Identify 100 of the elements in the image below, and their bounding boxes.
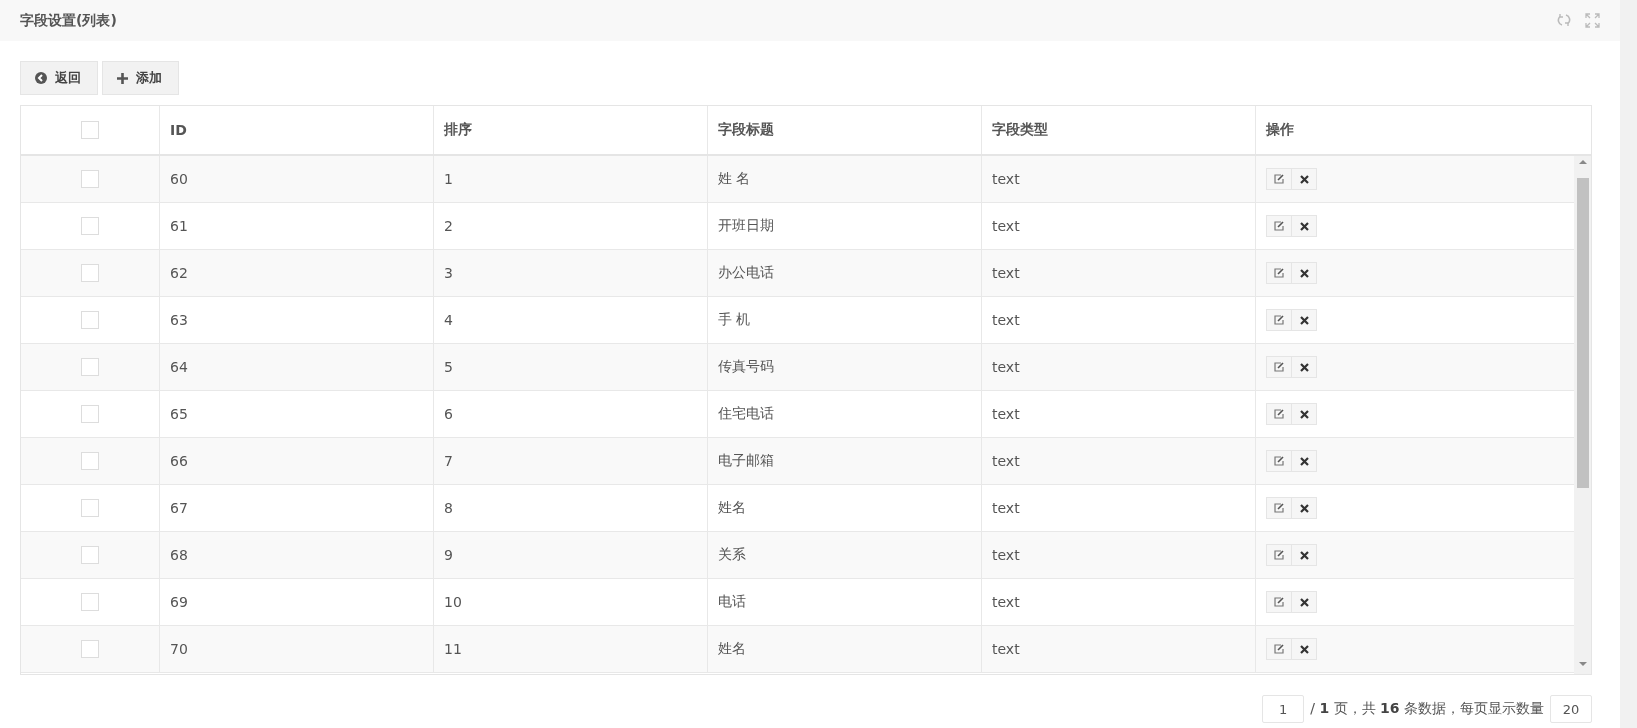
table-cell: text <box>981 297 1255 343</box>
table-cell: 70 <box>159 626 433 672</box>
delete-button[interactable] <box>1291 356 1317 378</box>
table-cell: 2 <box>433 203 707 249</box>
delete-button[interactable] <box>1291 168 1317 190</box>
delete-button[interactable] <box>1291 638 1317 660</box>
column-header: 排序 <box>433 106 707 154</box>
delete-button[interactable] <box>1291 262 1317 284</box>
close-icon <box>1299 597 1309 607</box>
table-cell: 办公电话 <box>707 250 981 296</box>
plus-icon <box>117 72 128 84</box>
close-icon <box>1299 362 1309 372</box>
delete-button[interactable] <box>1291 309 1317 331</box>
table-cell: 传真号码 <box>707 344 981 390</box>
edit-icon <box>1273 174 1285 184</box>
table-cell: 开班日期 <box>707 203 981 249</box>
row-checkbox[interactable] <box>81 499 99 517</box>
column-header: ID <box>159 106 433 154</box>
delete-button[interactable] <box>1291 591 1317 613</box>
panel-title: 字段设置(列表) <box>20 11 117 30</box>
delete-button[interactable] <box>1291 403 1317 425</box>
table-cell: 住宅电话 <box>707 391 981 437</box>
close-icon <box>1299 644 1309 654</box>
table-cell: 68 <box>159 532 433 578</box>
table-cell: 1 <box>433 156 707 202</box>
edit-icon <box>1273 597 1285 607</box>
row-checkbox[interactable] <box>81 217 99 235</box>
table-cell: 60 <box>159 156 433 202</box>
table-cell: 10 <box>433 579 707 625</box>
refresh-icon[interactable] <box>1557 13 1571 27</box>
table-scrollbar[interactable] <box>1574 156 1591 674</box>
row-checkbox[interactable] <box>81 405 99 423</box>
table-cell: 电话 <box>707 579 981 625</box>
table-cell: 3 <box>433 250 707 296</box>
table-cell: 手 机 <box>707 297 981 343</box>
edit-icon <box>1273 362 1285 372</box>
edit-icon <box>1273 644 1285 654</box>
table-cell: 11 <box>433 626 707 672</box>
table-cell: 69 <box>159 579 433 625</box>
table-cell: text <box>981 391 1255 437</box>
table-cell: text <box>981 532 1255 578</box>
add-button[interactable]: 添加 <box>102 61 179 95</box>
edit-icon <box>1273 409 1285 419</box>
close-icon <box>1299 456 1309 466</box>
table-cell: text <box>981 485 1255 531</box>
fullscreen-icon[interactable] <box>1585 13 1600 28</box>
back-icon <box>35 72 47 84</box>
table-cell: text <box>981 250 1255 296</box>
row-checkbox[interactable] <box>81 593 99 611</box>
close-icon <box>1299 409 1309 419</box>
column-header: 字段类型 <box>981 106 1255 154</box>
delete-button[interactable] <box>1291 497 1317 519</box>
edit-icon <box>1273 550 1285 560</box>
row-checkbox[interactable] <box>81 546 99 564</box>
close-icon <box>1299 503 1309 513</box>
pagination-summary: / 1 页，共 16 条数据，每页显示数量 <box>1310 700 1544 718</box>
page-size-field[interactable]: 20 <box>1550 695 1592 723</box>
row-checkbox[interactable] <box>81 264 99 282</box>
table-cell: text <box>981 579 1255 625</box>
close-icon <box>1299 174 1309 184</box>
page-number-field[interactable]: 1 <box>1262 695 1305 723</box>
table-cell: 电子邮箱 <box>707 438 981 484</box>
table-cell: text <box>981 156 1255 202</box>
row-checkbox[interactable] <box>81 311 99 329</box>
row-checkbox[interactable] <box>81 452 99 470</box>
row-checkbox[interactable] <box>81 358 99 376</box>
delete-button[interactable] <box>1291 215 1317 237</box>
table-cell: 姓 名 <box>707 156 981 202</box>
table-cell: 8 <box>433 485 707 531</box>
close-icon <box>1299 315 1309 325</box>
row-checkbox[interactable] <box>81 170 99 188</box>
edit-icon <box>1273 268 1285 278</box>
table-cell: text <box>981 438 1255 484</box>
table-cell: text <box>981 626 1255 672</box>
table-cell: 5 <box>433 344 707 390</box>
table-cell: 62 <box>159 250 433 296</box>
table-cell: 64 <box>159 344 433 390</box>
edit-icon <box>1273 221 1285 231</box>
table-cell: 67 <box>159 485 433 531</box>
table-cell: 63 <box>159 297 433 343</box>
table-cell: 4 <box>433 297 707 343</box>
table-cell: 7 <box>433 438 707 484</box>
close-icon <box>1299 268 1309 278</box>
column-header: 字段标题 <box>707 106 981 154</box>
table-cell: 6 <box>433 391 707 437</box>
table-cell: 66 <box>159 438 433 484</box>
select-all-checkbox[interactable] <box>81 121 99 139</box>
edit-icon <box>1273 456 1285 466</box>
delete-button[interactable] <box>1291 544 1317 566</box>
table-cell: 65 <box>159 391 433 437</box>
table-cell: 姓名 <box>707 626 981 672</box>
table-cell: text <box>981 344 1255 390</box>
table-cell: 关系 <box>707 532 981 578</box>
edit-icon <box>1273 315 1285 325</box>
table-cell: text <box>981 203 1255 249</box>
delete-button[interactable] <box>1291 450 1317 472</box>
edit-icon <box>1273 503 1285 513</box>
row-checkbox[interactable] <box>81 640 99 658</box>
column-header: 操作 <box>1255 106 1591 154</box>
back-button[interactable]: 返回 <box>20 61 98 95</box>
